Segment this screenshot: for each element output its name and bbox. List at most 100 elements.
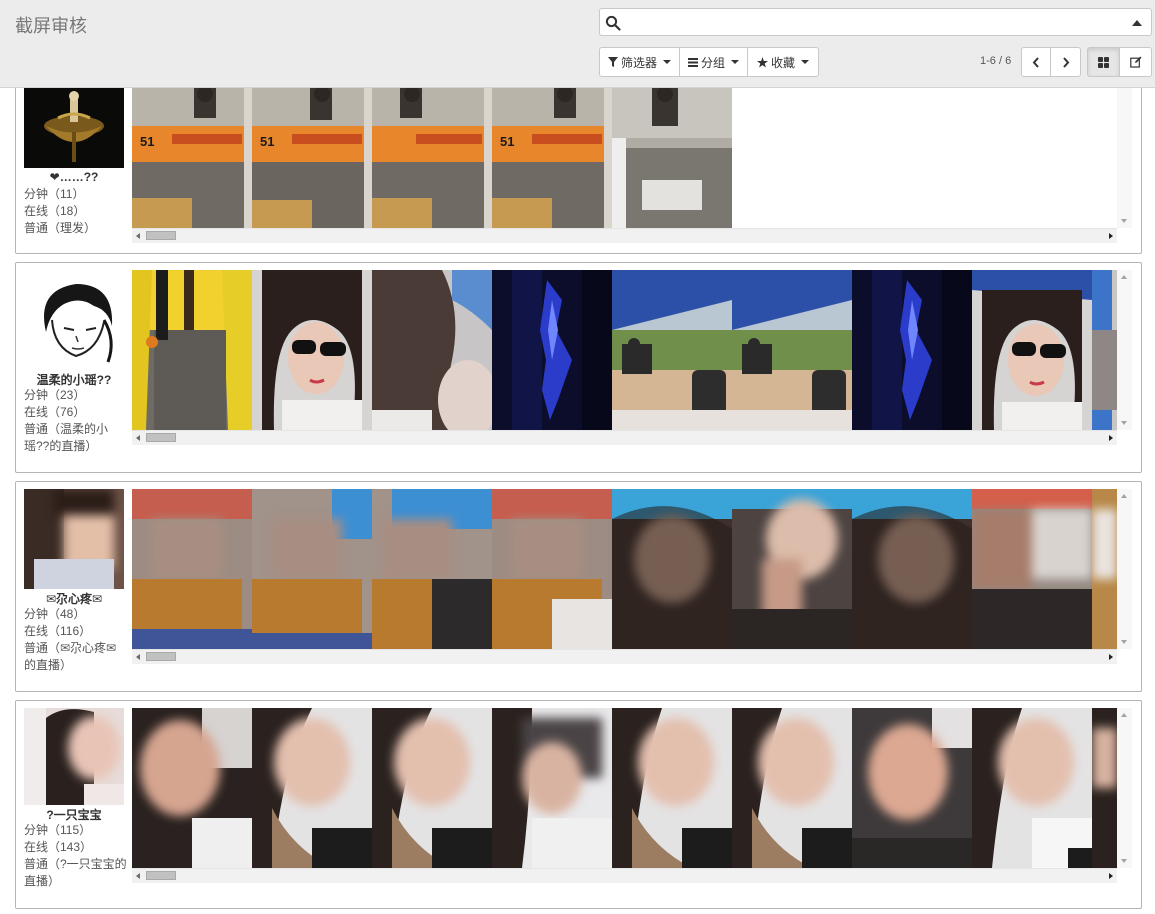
search-icon: [605, 15, 621, 31]
avatar[interactable]: [24, 270, 124, 370]
scrollbar-thumb[interactable]: [146, 652, 176, 661]
scroll-right-icon[interactable]: [1109, 435, 1113, 441]
screenshot-thumbnail[interactable]: [492, 489, 612, 649]
screenshot-thumbnail[interactable]: [612, 88, 732, 228]
screenshot-thumbnail[interactable]: [972, 489, 1092, 649]
scroll-right-icon[interactable]: [1109, 233, 1113, 239]
category-stat: 普通（?一只宝宝的直播）: [24, 857, 127, 888]
screenshot-thumbnail[interactable]: [372, 270, 492, 430]
previous-page-button[interactable]: [1021, 47, 1051, 77]
filter-label: 筛选器: [620, 55, 657, 70]
screenshot-thumbnail[interactable]: [612, 708, 732, 868]
screenshot-thumbnail[interactable]: [612, 270, 732, 430]
screenshot-thumbnail[interactable]: [372, 88, 492, 228]
horizontal-scrollbar[interactable]: [132, 430, 1117, 445]
star-icon: [756, 56, 768, 68]
chevron-right-icon: [1062, 56, 1069, 68]
horizontal-scrollbar[interactable]: [132, 649, 1117, 664]
scrollbar-thumb[interactable]: [146, 871, 176, 880]
grid-view-button[interactable]: [1087, 47, 1120, 77]
next-page-button[interactable]: [1050, 47, 1081, 77]
svg-text:51: 51: [500, 134, 514, 149]
screenshot-thumbnail[interactable]: [852, 489, 972, 649]
avatar-image: [24, 489, 124, 589]
favorites-button[interactable]: 收藏: [747, 47, 819, 77]
scroll-down-icon[interactable]: [1121, 219, 1127, 223]
avatar-image: [24, 270, 124, 370]
search-input[interactable]: [624, 13, 1114, 33]
scroll-left-icon[interactable]: [136, 233, 140, 239]
screenshot-thumbnail[interactable]: [1092, 489, 1117, 649]
online-stat: 在线（143）: [24, 840, 93, 854]
screenshot-thumbnail[interactable]: [972, 708, 1092, 868]
top-toolbar: 截屏审核 筛选器 分组 收藏 1-6 / 6: [0, 0, 1155, 88]
filter-icon: [607, 57, 618, 67]
horizontal-scrollbar[interactable]: [132, 868, 1117, 883]
horizontal-scrollbar[interactable]: [132, 228, 1117, 243]
chevron-down-icon: [801, 60, 809, 64]
list-icon: [687, 57, 698, 67]
screenshot-strip: [132, 270, 1117, 430]
screenshot-thumbnail[interactable]: [372, 489, 492, 649]
screenshot-thumbnail[interactable]: 51: [252, 88, 372, 228]
screenshot-thumbnail[interactable]: [612, 489, 732, 649]
vertical-scrollbar[interactable]: [1117, 489, 1132, 649]
chevron-left-icon: [1032, 56, 1039, 68]
avatar[interactable]: [24, 708, 124, 805]
screenshot-thumbnail[interactable]: [492, 708, 612, 868]
screenshot-thumbnail[interactable]: [732, 270, 852, 430]
category-stat: 普通（温柔的小瑶??的直播）: [24, 422, 109, 453]
edit-view-button[interactable]: [1119, 47, 1152, 77]
screenshot-thumbnail[interactable]: [852, 270, 972, 430]
screenshot-thumbnail[interactable]: [132, 708, 252, 868]
screenshot-thumbnail[interactable]: 51: [132, 88, 252, 228]
caret-up-icon[interactable]: [1131, 19, 1143, 27]
scroll-right-icon[interactable]: [1109, 654, 1113, 660]
search-box[interactable]: [599, 8, 1152, 36]
group-label: 分组: [700, 55, 725, 70]
scroll-up-icon[interactable]: [1121, 713, 1127, 717]
screenshot-thumbnail[interactable]: [132, 270, 252, 430]
scroll-up-icon[interactable]: [1121, 494, 1127, 498]
screenshot-thumbnail[interactable]: [132, 489, 252, 649]
streamer-card: ✉尕心疼✉ 分钟（48） 在线（116） 普通（✉尕心疼✉的直播）: [15, 481, 1142, 692]
avatar-image: [24, 88, 124, 168]
avatar[interactable]: [24, 489, 124, 589]
screenshot-thumbnail[interactable]: [492, 270, 612, 430]
online-stat: 在线（76）: [24, 405, 86, 419]
screenshot-thumbnail[interactable]: [1092, 270, 1117, 430]
filter-button[interactable]: 筛选器: [599, 47, 680, 77]
scroll-down-icon[interactable]: [1121, 640, 1127, 644]
scroll-down-icon[interactable]: [1121, 421, 1127, 425]
screenshot-thumbnail[interactable]: [732, 489, 852, 649]
pagination-text: 1-6 / 6: [980, 55, 1012, 67]
streamer-card: ❤……?? 分钟（11） 在线（18） 普通（理发） 51 51 51: [15, 70, 1142, 254]
group-button[interactable]: 分组: [679, 47, 748, 77]
screenshot-thumbnail[interactable]: [972, 270, 1092, 430]
screenshot-thumbnail[interactable]: [372, 708, 492, 868]
screenshot-thumbnail[interactable]: 51: [492, 88, 612, 228]
vertical-scrollbar[interactable]: [1117, 708, 1132, 868]
streamer-name: 温柔的小瑶??: [36, 373, 112, 387]
scroll-up-icon[interactable]: [1121, 275, 1127, 279]
scroll-right-icon[interactable]: [1109, 873, 1113, 879]
screenshot-thumbnail[interactable]: [252, 489, 372, 649]
screenshot-thumbnail[interactable]: [1092, 708, 1117, 868]
scrollbar-thumb[interactable]: [146, 231, 176, 240]
chevron-down-icon: [731, 60, 739, 64]
screenshot-thumbnail[interactable]: [252, 708, 372, 868]
avatar-image: [24, 708, 124, 805]
screenshot-thumbnail[interactable]: [252, 270, 372, 430]
avatar[interactable]: [24, 88, 124, 168]
screenshot-thumbnail[interactable]: [852, 708, 972, 868]
scroll-left-icon[interactable]: [136, 654, 140, 660]
vertical-scrollbar[interactable]: [1117, 270, 1132, 430]
scroll-left-icon[interactable]: [136, 873, 140, 879]
scrollbar-thumb[interactable]: [146, 433, 176, 442]
scroll-down-icon[interactable]: [1121, 859, 1127, 863]
minutes-stat: 分钟（11）: [24, 187, 85, 201]
screenshot-thumbnail[interactable]: [732, 708, 852, 868]
screenshot-strip: [132, 489, 1117, 649]
scroll-left-icon[interactable]: [136, 435, 140, 441]
vertical-scrollbar[interactable]: [1117, 88, 1132, 228]
